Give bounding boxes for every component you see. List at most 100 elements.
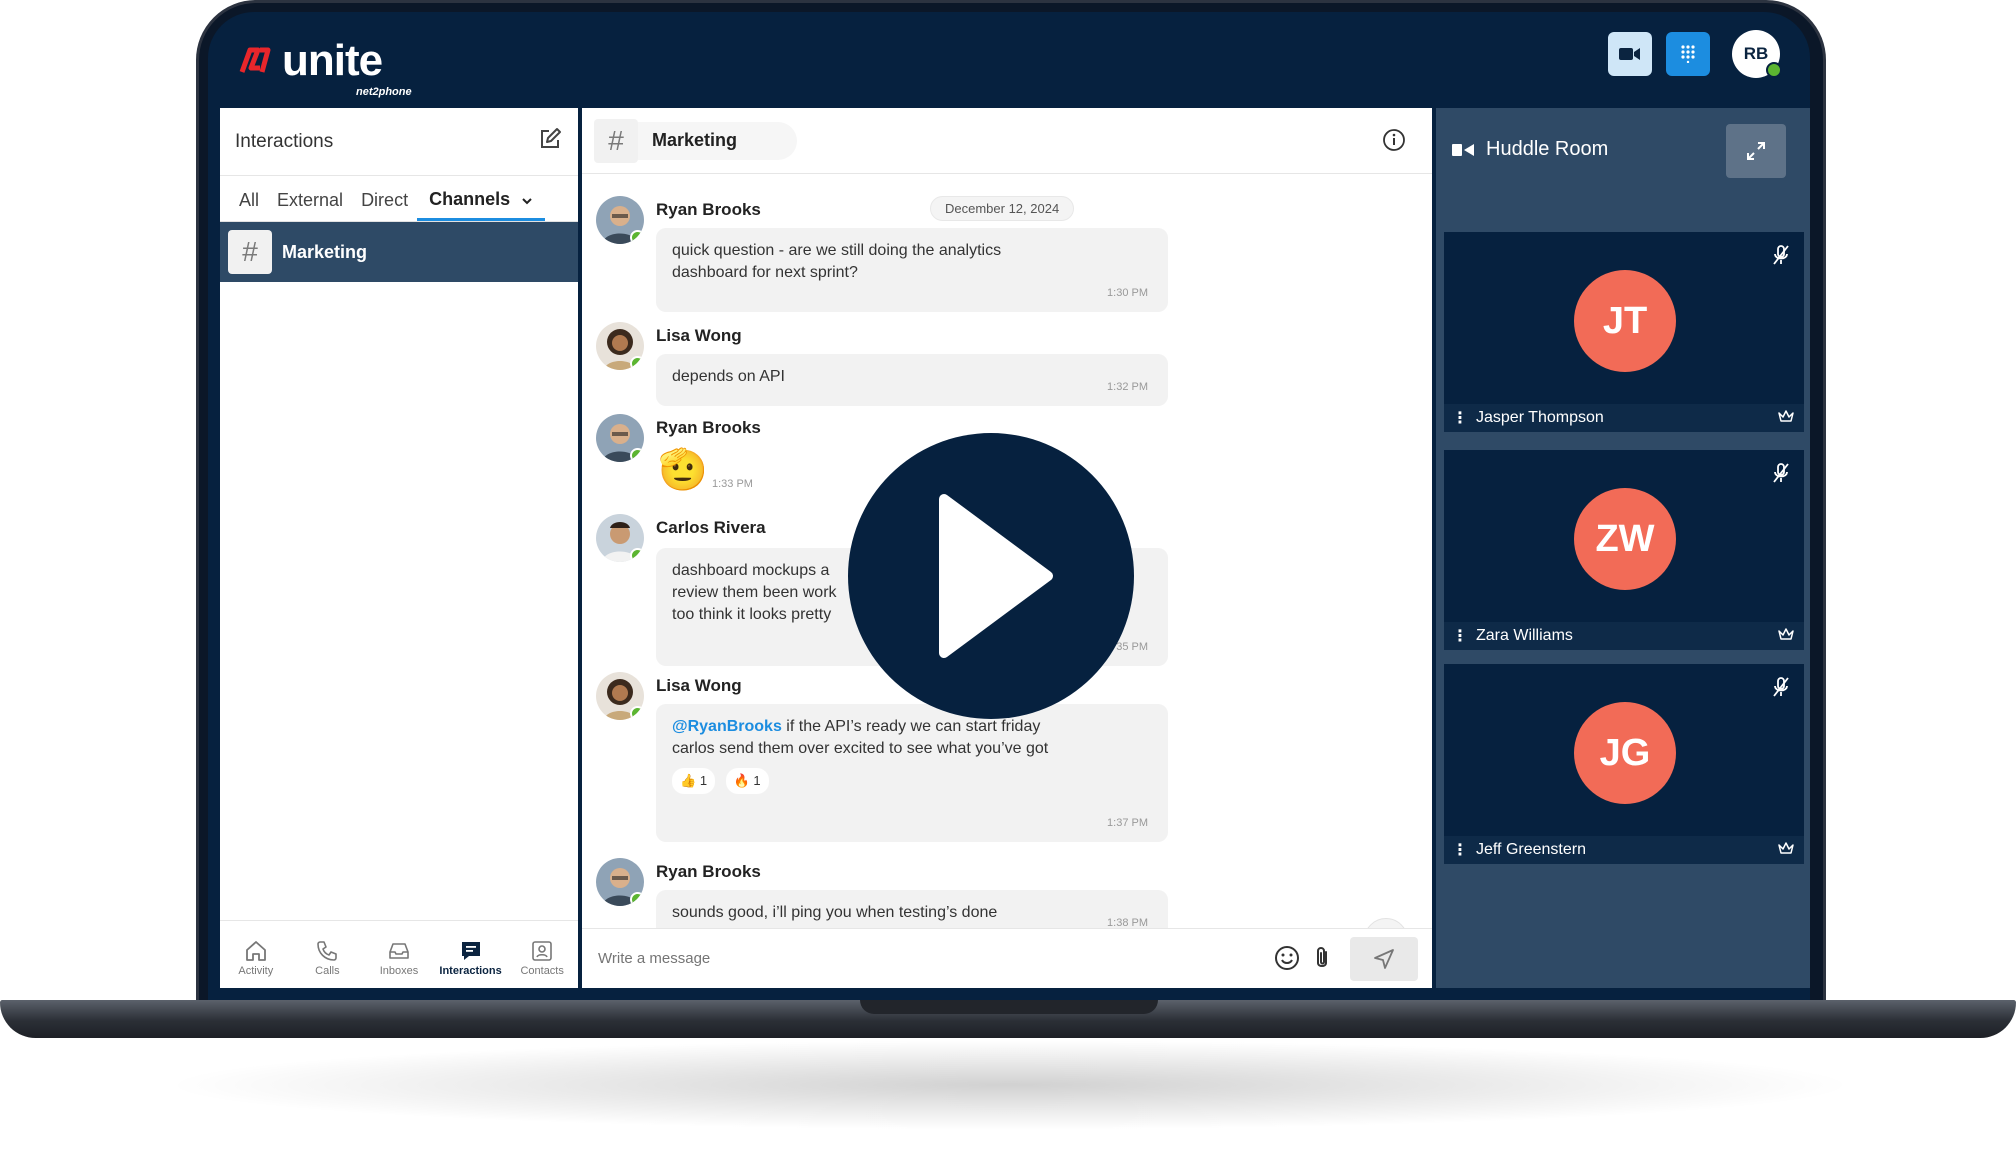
tab-channels[interactable]: Channels bbox=[417, 189, 546, 221]
date-divider: December 12, 2024 bbox=[930, 196, 1075, 221]
participant-bar: ⋮ Jeff Greenstern bbox=[1444, 836, 1804, 864]
nav-inboxes[interactable]: Inboxes bbox=[364, 937, 434, 977]
participant-tile[interactable]: JT ⋮ Jasper Thompson bbox=[1444, 232, 1804, 432]
contacts-icon bbox=[532, 940, 552, 961]
scroll-to-bottom-button[interactable] bbox=[1364, 918, 1408, 928]
laptop-shadow bbox=[160, 1040, 1860, 1130]
interactions-header: Interactions bbox=[220, 108, 578, 176]
more-options-icon[interactable]: ⋮ bbox=[1452, 408, 1468, 428]
compose-icon bbox=[541, 128, 561, 148]
tab-channels-label: Channels bbox=[429, 189, 511, 209]
chat-header: # Marketing bbox=[582, 108, 1432, 174]
message-input[interactable] bbox=[598, 950, 1238, 967]
nav-calls-label: Calls bbox=[315, 964, 340, 977]
participant-name: Zara Williams bbox=[1476, 627, 1573, 644]
presence-dot bbox=[630, 356, 644, 370]
message-sender: Lisa Wong bbox=[656, 326, 742, 345]
huddle-title: Huddle Room bbox=[1486, 138, 1609, 160]
paperclip-icon bbox=[1317, 947, 1327, 967]
participant-avatar: JG bbox=[1574, 702, 1676, 804]
more-options-icon[interactable]: ⋮ bbox=[1452, 626, 1468, 646]
tab-external[interactable]: External bbox=[268, 190, 352, 221]
emoji-button[interactable] bbox=[1274, 945, 1300, 976]
reaction-count: 1 bbox=[753, 773, 761, 788]
avatar bbox=[596, 196, 644, 244]
message-time: 1:37 PM bbox=[1107, 817, 1148, 829]
interactions-title: Interactions bbox=[235, 130, 334, 152]
video-call-button[interactable] bbox=[1608, 32, 1652, 76]
mic-muted-icon bbox=[1772, 676, 1790, 703]
thumbs-up-icon: 👍 bbox=[680, 773, 697, 788]
mic-muted-icon bbox=[1772, 244, 1790, 271]
message-sender: Ryan Brooks bbox=[656, 418, 761, 437]
participant-tile[interactable]: ZW ⋮ Zara Williams bbox=[1444, 450, 1804, 650]
reaction-fire[interactable]: 🔥 1 bbox=[725, 768, 769, 794]
participant-tile[interactable]: JG ⋮ Jeff Greenstern bbox=[1444, 664, 1804, 864]
crown-icon bbox=[1778, 409, 1794, 428]
message-time: 1:30 PM bbox=[1107, 287, 1148, 299]
message-bubble: sounds good, i’ll ping you when testing’… bbox=[656, 890, 1168, 928]
participant-avatar: JT bbox=[1574, 270, 1676, 372]
dialpad-button[interactable] bbox=[1666, 32, 1710, 76]
unite-logo: unite net2phone bbox=[238, 36, 438, 98]
message-sender: Carlos Rivera bbox=[656, 518, 766, 537]
compose-button[interactable] bbox=[538, 127, 562, 156]
presence-dot bbox=[630, 892, 644, 906]
channel-name: Marketing bbox=[282, 241, 368, 262]
fire-icon: 🔥 bbox=[733, 773, 750, 788]
presence-dot bbox=[1766, 62, 1782, 78]
nav-activity[interactable]: Activity bbox=[221, 937, 291, 977]
message-bubble: depends on API 1:32 PM bbox=[656, 354, 1168, 406]
play-video-button[interactable] bbox=[848, 433, 1134, 719]
participant-avatar: ZW bbox=[1574, 488, 1676, 590]
tab-direct[interactable]: Direct bbox=[352, 190, 417, 221]
presence-dot bbox=[630, 706, 644, 720]
tab-all[interactable]: All bbox=[230, 190, 268, 221]
nav-inboxes-label: Inboxes bbox=[379, 964, 419, 977]
hash-icon: # bbox=[228, 230, 272, 274]
user-mention[interactable]: @RyanBrooks bbox=[672, 718, 782, 735]
info-button[interactable] bbox=[1382, 128, 1406, 157]
user-avatar[interactable]: RB bbox=[1732, 30, 1782, 78]
reaction-thumbs-up[interactable]: 👍 1 bbox=[672, 768, 716, 794]
message-text: depends on API bbox=[672, 368, 785, 385]
laptop-frame: unite net2phone RB Interactions All Exte… bbox=[0, 0, 2016, 1150]
interactions-panel: Interactions All External Direct Channel… bbox=[220, 108, 578, 988]
chat-channel-name: Marketing bbox=[652, 130, 738, 150]
message-sender: Ryan Brooks bbox=[656, 862, 761, 881]
nav-contacts[interactable]: Contacts bbox=[507, 937, 577, 977]
video-camera-icon bbox=[1452, 143, 1474, 156]
logo-word: unite bbox=[282, 36, 383, 85]
message-time: 1:33 PM bbox=[712, 478, 753, 490]
send-button[interactable] bbox=[1350, 937, 1418, 981]
participant-bar: ⋮ Jasper Thompson bbox=[1444, 404, 1804, 432]
avatar bbox=[596, 858, 644, 906]
user-initials: RB bbox=[1743, 44, 1769, 63]
message-time: 1:32 PM bbox=[1107, 381, 1148, 393]
avatar bbox=[596, 672, 644, 720]
video-camera-icon bbox=[1619, 48, 1640, 60]
home-icon bbox=[245, 940, 266, 961]
message-composer bbox=[582, 928, 1432, 988]
nav-interactions[interactable]: Interactions bbox=[436, 937, 506, 977]
logo-sub: net2phone bbox=[356, 86, 412, 98]
logo-mark-icon bbox=[239, 47, 271, 73]
expand-button[interactable] bbox=[1726, 124, 1786, 178]
message-bubble: @RyanBrooks if the API’s ready we can st… bbox=[656, 704, 1168, 842]
message-text-wrap: @RyanBrooks if the API’s ready we can st… bbox=[672, 716, 1072, 760]
presence-dot bbox=[630, 548, 644, 562]
channel-item-marketing[interactable]: # Marketing bbox=[220, 222, 578, 282]
huddle-panel: Huddle Room JT ⋮ Jasper Thompson ZW ⋮ Za… bbox=[1436, 108, 1810, 988]
huddle-header: Huddle Room bbox=[1452, 138, 1608, 161]
bottom-nav: Activity Calls Inboxes Interactions Cont… bbox=[220, 920, 578, 988]
emoji-icon bbox=[1275, 946, 1299, 970]
nav-activity-label: Activity bbox=[238, 964, 274, 977]
more-options-icon[interactable]: ⋮ bbox=[1452, 840, 1468, 860]
message-text: sounds good, i’ll ping you when testing’… bbox=[672, 904, 998, 921]
nav-calls[interactable]: Calls bbox=[292, 937, 362, 977]
send-icon bbox=[1374, 949, 1394, 969]
phone-icon bbox=[317, 940, 338, 961]
expand-icon bbox=[1747, 142, 1765, 160]
attach-button[interactable] bbox=[1312, 945, 1332, 976]
reaction-row: 👍 1 🔥 1 bbox=[672, 760, 1152, 794]
